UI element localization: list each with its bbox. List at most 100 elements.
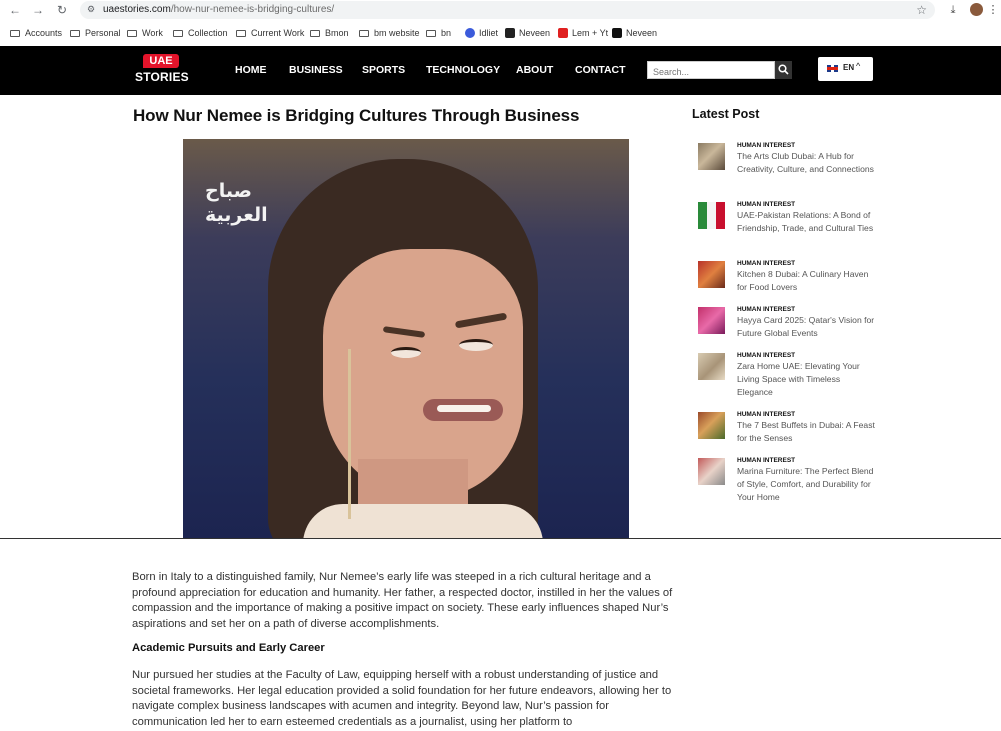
post-thumbnail[interactable] [698, 353, 725, 380]
post-title[interactable]: Zara Home UAE: Elevating Your Living Spa… [737, 360, 877, 399]
chevron-up-icon: ^ [856, 61, 861, 71]
site-favicon-icon [505, 28, 515, 38]
bookmark-label: bm website [374, 28, 420, 38]
url-text[interactable]: uaestories.com/how-nur-nemee-is-bridging… [103, 4, 334, 15]
language-code: EN [843, 63, 855, 72]
bookmark-personal[interactable]: Personal [70, 26, 121, 40]
url-host: uaestories.com [103, 4, 171, 15]
post-title[interactable]: The 7 Best Buffets in Dubai: A Feast for… [737, 419, 877, 445]
post-category[interactable]: HUMAN INTEREST [737, 201, 795, 208]
post-title[interactable]: Kitchen 8 Dubai: A Culinary Haven for Fo… [737, 268, 877, 294]
post-title[interactable]: The Arts Club Dubai: A Hub for Creativit… [737, 150, 877, 176]
profile-avatar[interactable] [970, 3, 983, 16]
site-header: UAE STORIES HOME BUSINESS SPORTS TECHNOL… [0, 46, 1001, 95]
post-category[interactable]: HUMAN INTEREST [737, 411, 795, 418]
address-row: ← → ↻ ⚙ uaestories.com/how-nur-nemee-is-… [0, 0, 1001, 21]
bookmark-label: Current Work [251, 28, 305, 38]
watermark-line-2: العربية [205, 204, 268, 226]
site-logo[interactable]: UAE STORIES [135, 54, 189, 88]
folder-icon [359, 30, 369, 37]
post-thumbnail[interactable] [698, 261, 725, 288]
bookmark-label: Neveen [626, 28, 658, 38]
article-title: How Nur Nemee is Bridging Cultures Throu… [133, 106, 580, 125]
bookmarks-bar: Accounts Personal Work Collection Curren… [0, 26, 1001, 42]
post-thumbnail[interactable] [698, 412, 725, 439]
bookmark-current-work[interactable]: Current Work [236, 26, 304, 40]
language-selector[interactable]: EN ^ [818, 57, 873, 81]
folder-icon [127, 30, 137, 37]
bookmark-work[interactable]: Work [127, 26, 163, 40]
bookmark-idliet[interactable]: Idliet [465, 26, 498, 40]
folder-icon [173, 30, 183, 37]
search-icon [778, 64, 789, 75]
post-category[interactable]: HUMAN INTEREST [737, 260, 795, 267]
post-thumbnail[interactable] [698, 458, 725, 485]
search-input[interactable] [648, 64, 774, 80]
address-bar[interactable]: ⚙ uaestories.com/how-nur-nemee-is-bridgi… [80, 1, 935, 19]
bookmark-label: bn [441, 28, 452, 38]
bookmark-neveen[interactable]: Neveen [505, 26, 550, 40]
post-title[interactable]: Marina Furniture: The Perfect Blend of S… [737, 465, 877, 504]
site-favicon-icon [465, 28, 475, 38]
post-category[interactable]: HUMAN INTEREST [737, 457, 795, 464]
bookmark-collection[interactable]: Collection [173, 26, 228, 40]
image-channel-watermark: صباح العربية [205, 179, 268, 227]
more-menu-icon[interactable]: ⋮ [986, 3, 1000, 17]
nav-technology[interactable]: TECHNOLOGY [426, 64, 500, 76]
bookmark-label: Collection [188, 28, 228, 38]
watermark-line-1: صباح [205, 180, 252, 202]
bookmark-label: Lem + Yt [572, 28, 609, 38]
bookmark-star-icon[interactable]: ☆ [916, 3, 927, 17]
folder-icon [236, 30, 246, 37]
bookmark-label: Personal [85, 28, 121, 38]
bookmark-bn[interactable]: bn [426, 26, 451, 40]
browser-chrome: ← → ↻ ⚙ uaestories.com/how-nur-nemee-is-… [0, 0, 1001, 46]
post-title[interactable]: UAE-Pakistan Relations: A Bond of Friend… [737, 209, 877, 235]
logo-stories-text: STORIES [135, 70, 189, 84]
image-teeth [437, 405, 491, 412]
bookmark-label: Bmon [325, 28, 349, 38]
content-divider [0, 538, 1001, 539]
nav-home[interactable]: HOME [235, 64, 267, 76]
post-category[interactable]: HUMAN INTEREST [737, 352, 795, 359]
folder-icon [10, 30, 20, 37]
article-hero-image: صباح العربية [183, 139, 629, 538]
site-favicon-icon [612, 28, 622, 38]
bookmark-bm-website[interactable]: bm website [359, 26, 420, 40]
search-box [647, 61, 775, 80]
bookmark-label: Neveen [519, 28, 551, 38]
article-subheading: Academic Pursuits and Early Career [132, 642, 325, 654]
image-earring [348, 349, 351, 519]
search-button[interactable] [775, 61, 792, 79]
post-title[interactable]: Hayya Card 2025: Qatar's Vision for Futu… [737, 314, 877, 340]
bookmark-lem-yt[interactable]: Lem + Yt [558, 26, 608, 40]
back-arrow-icon[interactable]: ← [8, 3, 22, 17]
reload-icon[interactable]: ↻ [55, 3, 69, 17]
folder-icon [310, 30, 320, 37]
download-icon[interactable]: ⤓ [946, 3, 960, 17]
uk-flag-icon [827, 65, 838, 72]
youtube-icon [558, 28, 568, 38]
image-eye [459, 339, 493, 351]
folder-icon [426, 30, 436, 37]
bookmark-accounts[interactable]: Accounts [10, 26, 62, 40]
site-info-icon[interactable]: ⚙ [87, 4, 98, 15]
post-category[interactable]: HUMAN INTEREST [737, 142, 795, 149]
forward-arrow-icon[interactable]: → [31, 3, 45, 17]
article-paragraph-1: Born in Italy to a distinguished family,… [132, 571, 673, 631]
folder-icon [70, 30, 80, 37]
bookmark-neveen-2[interactable]: Neveen [612, 26, 657, 40]
post-thumbnail[interactable] [698, 143, 725, 170]
bookmark-bmon[interactable]: Bmon [310, 26, 349, 40]
post-category[interactable]: HUMAN INTEREST [737, 306, 795, 313]
post-thumbnail[interactable] [698, 307, 725, 334]
nav-business[interactable]: BUSINESS [289, 64, 343, 76]
nav-about[interactable]: ABOUT [516, 64, 553, 76]
url-path: /how-nur-nemee-is-bridging-cultures/ [170, 4, 335, 15]
logo-uae-badge: UAE [143, 54, 179, 68]
post-thumbnail[interactable] [698, 202, 725, 229]
nav-contact[interactable]: CONTACT [575, 64, 626, 76]
image-eye [391, 347, 421, 358]
nav-sports[interactable]: SPORTS [362, 64, 405, 76]
image-clothing [303, 504, 543, 538]
